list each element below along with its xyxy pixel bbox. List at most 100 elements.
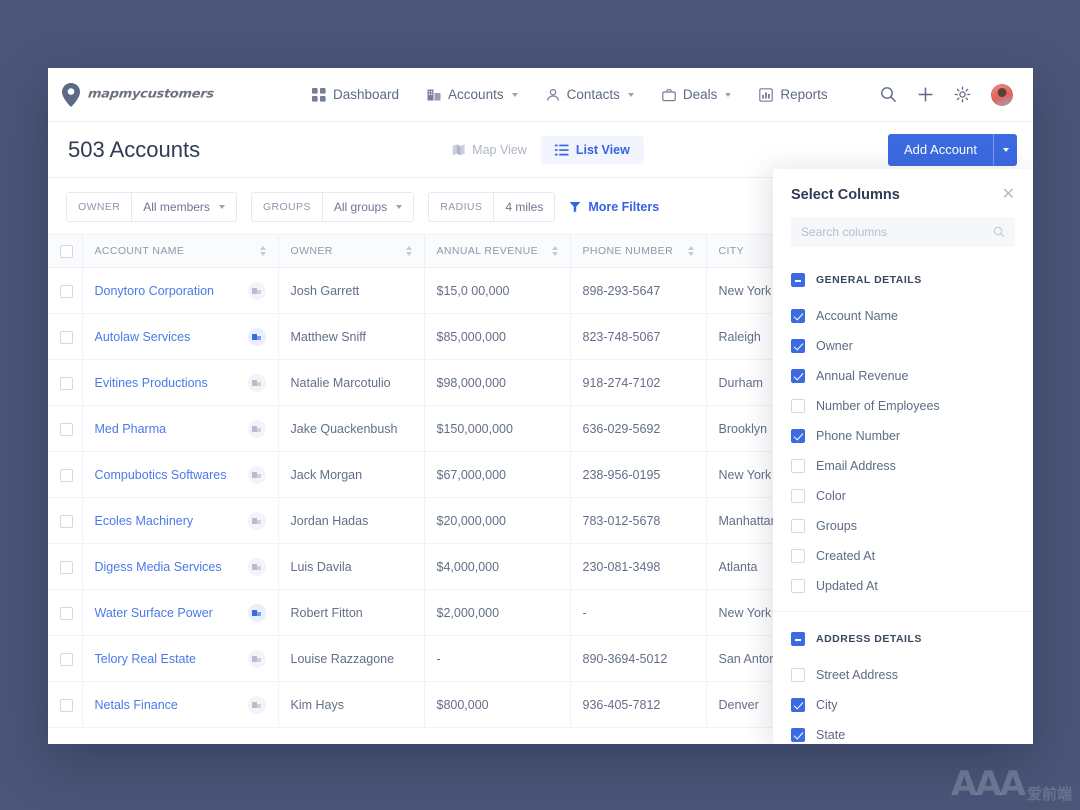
account-name-link[interactable]: Water Surface Power — [95, 606, 213, 620]
account-name-link[interactable]: Netals Finance — [95, 698, 178, 712]
column-checkbox[interactable] — [791, 668, 805, 682]
column-option[interactable]: Street Address — [773, 660, 1033, 690]
close-icon[interactable]: ✕ — [1002, 187, 1015, 203]
sort-icon[interactable] — [552, 246, 558, 256]
group-label: ADDRESS DETAILS — [816, 633, 922, 645]
column-option[interactable]: Owner — [773, 331, 1033, 361]
row-checkbox[interactable] — [60, 285, 73, 298]
cell-owner: Kim Hays — [278, 682, 424, 728]
column-option[interactable]: Color — [773, 481, 1033, 511]
column-checkbox[interactable] — [791, 429, 805, 443]
filter-owner[interactable]: OWNER All members — [66, 192, 237, 222]
nav-item-accounts[interactable]: Accounts — [427, 87, 518, 102]
account-name-link[interactable]: Autolaw Services — [95, 330, 191, 344]
sort-icon[interactable] — [260, 246, 266, 256]
column-option-label: Street Address — [816, 668, 898, 682]
row-checkbox[interactable] — [60, 469, 73, 482]
column-header-owner[interactable]: OWNER — [278, 235, 424, 268]
nav-item-deals[interactable]: Deals — [662, 87, 732, 102]
cell-account-name: Ecoles Machinery — [82, 498, 278, 544]
select-columns-panel: Select Columns ✕ Search columns GENERAL … — [773, 169, 1033, 744]
row-select-cell — [48, 682, 82, 728]
filter-owner-select[interactable]: All members — [132, 193, 236, 221]
column-option-label: Updated At — [816, 579, 878, 593]
search-icon[interactable] — [880, 86, 897, 103]
column-search-input[interactable]: Search columns — [791, 217, 1015, 247]
account-name-link[interactable]: Donytoro Corporation — [95, 284, 215, 298]
column-checkbox[interactable] — [791, 698, 805, 712]
account-name-link[interactable]: Evitines Productions — [95, 376, 208, 390]
column-option[interactable]: Account Name — [773, 301, 1033, 331]
column-option[interactable]: Groups — [773, 511, 1033, 541]
column-group-1[interactable]: ADDRESS DETAILS — [773, 624, 1033, 654]
tab-map-view[interactable]: Map View — [437, 136, 541, 164]
column-options-list: GENERAL DETAILS Account Name Owner Annua… — [773, 251, 1033, 744]
sort-icon[interactable] — [688, 246, 694, 256]
column-checkbox[interactable] — [791, 339, 805, 353]
nav-item-reports[interactable]: Reports — [759, 87, 827, 102]
sort-icon[interactable] — [406, 246, 412, 256]
column-option[interactable]: Number of Employees — [773, 391, 1033, 421]
column-option[interactable]: Phone Number — [773, 421, 1033, 451]
account-name-link[interactable]: Compubotics Softwares — [95, 468, 227, 482]
cell-account-name: Compubotics Softwares — [82, 452, 278, 498]
add-account-dropdown-button[interactable] — [993, 134, 1017, 166]
column-header-account-name[interactable]: ACCOUNT NAME — [82, 235, 278, 268]
select-all-checkbox[interactable] — [60, 245, 73, 258]
row-checkbox[interactable] — [60, 699, 73, 712]
watermark: AAA 爱前端 — [951, 764, 1072, 804]
column-checkbox[interactable] — [791, 459, 805, 473]
filter-radius[interactable]: RADIUS 4 miles — [428, 192, 555, 222]
column-header-phone-number[interactable]: PHONE NUMBER — [570, 235, 706, 268]
cell-annual-revenue: $15,0 00,000 — [424, 268, 570, 314]
plus-icon[interactable] — [917, 86, 934, 103]
add-account-button[interactable]: Add Account — [888, 134, 993, 166]
column-checkbox[interactable] — [791, 399, 805, 413]
row-checkbox[interactable] — [60, 515, 73, 528]
column-checkbox[interactable] — [791, 489, 805, 503]
row-checkbox[interactable] — [60, 377, 73, 390]
row-checkbox[interactable] — [60, 561, 73, 574]
column-checkbox[interactable] — [791, 728, 805, 742]
filter-owner-label: OWNER — [67, 193, 132, 221]
account-name-link[interactable]: Ecoles Machinery — [95, 514, 194, 528]
row-checkbox[interactable] — [60, 331, 73, 344]
column-option[interactable]: State — [773, 720, 1033, 744]
column-option[interactable]: Email Address — [773, 451, 1033, 481]
group-checkbox[interactable] — [791, 632, 805, 646]
column-header-annual-revenue[interactable]: ANNUAL REVENUE — [424, 235, 570, 268]
filter-radius-value[interactable]: 4 miles — [494, 193, 554, 221]
nav-item-contacts[interactable]: Contacts — [546, 87, 634, 102]
row-checkbox[interactable] — [60, 423, 73, 436]
nav-label: Dashboard — [333, 87, 399, 102]
cell-account-name: Med Pharma — [82, 406, 278, 452]
account-name-link[interactable]: Digess Media Services — [95, 560, 222, 574]
account-name-link[interactable]: Telory Real Estate — [95, 652, 196, 666]
tab-list-view[interactable]: List View — [541, 136, 644, 164]
column-group-0[interactable]: GENERAL DETAILS — [773, 265, 1033, 295]
column-checkbox[interactable] — [791, 309, 805, 323]
row-checkbox[interactable] — [60, 607, 73, 620]
column-label: PHONE NUMBER — [583, 245, 674, 257]
account-name-link[interactable]: Med Pharma — [95, 422, 167, 436]
column-option[interactable]: Updated At — [773, 571, 1033, 601]
column-option[interactable]: Created At — [773, 541, 1033, 571]
column-checkbox[interactable] — [791, 549, 805, 563]
gear-icon[interactable] — [954, 86, 971, 103]
group-checkbox[interactable] — [791, 273, 805, 287]
filter-groups-select[interactable]: All groups — [323, 193, 413, 221]
nav-item-dashboard[interactable]: Dashboard — [312, 87, 399, 102]
avatar[interactable] — [991, 84, 1013, 106]
column-option-label: Phone Number — [816, 429, 900, 443]
column-checkbox[interactable] — [791, 369, 805, 383]
filter-groups[interactable]: GROUPS All groups — [251, 192, 414, 222]
more-filters-button[interactable]: More Filters — [569, 200, 659, 214]
column-option[interactable]: City — [773, 690, 1033, 720]
column-checkbox[interactable] — [791, 579, 805, 593]
add-account-group: Add Account — [888, 134, 1017, 166]
column-checkbox[interactable] — [791, 519, 805, 533]
row-checkbox[interactable] — [60, 653, 73, 666]
brand-logo[interactable]: mapmycustomers — [62, 83, 312, 107]
row-select-cell — [48, 452, 82, 498]
column-option[interactable]: Annual Revenue — [773, 361, 1033, 391]
